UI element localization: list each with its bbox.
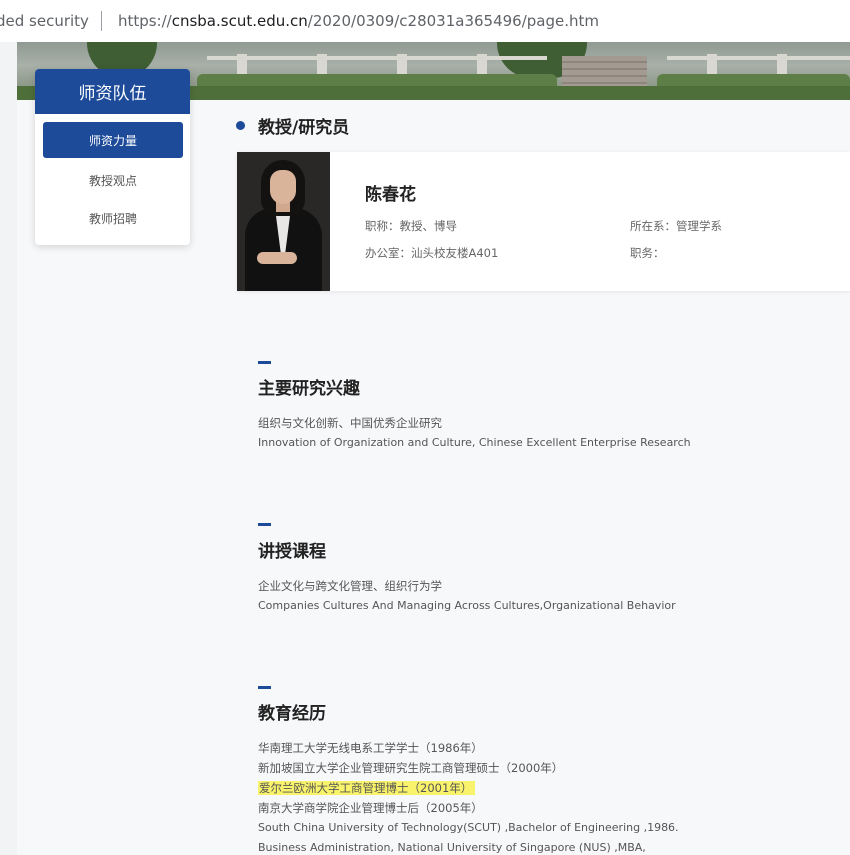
education-item-highlighted: 爱尔兰欧洲大学工商管理博士（2001年） [258, 780, 476, 796]
profile-department-field: 所在系：管理学系 [630, 219, 722, 233]
profile-position-field: 职务： [630, 246, 665, 260]
education-item: South China University of Technology(SCU… [258, 821, 679, 834]
profile-name: 陈春花 [365, 185, 416, 205]
education-heading: 教育经历 [258, 704, 326, 724]
section-accent-bar [258, 361, 271, 364]
education-item: 南京大学商学院企业管理博士后（2005年） [258, 801, 483, 815]
banner-steps [562, 56, 647, 86]
photo-hands [257, 252, 297, 264]
address-divider [100, 11, 102, 31]
side-nav-title: 师资队伍 [35, 69, 190, 114]
address-bar[interactable]: ded security https://cnsba.scut.edu.cn/2… [0, 0, 850, 42]
research-text-cn: 组织与文化创新、中国优秀企业研究 [258, 416, 442, 430]
photo-face [270, 170, 296, 204]
banner-hedge [657, 74, 850, 86]
banner-hedge [197, 74, 557, 86]
courses-heading: 讲授课程 [258, 542, 326, 562]
education-item: 新加坡国立大学企业管理研究生院工商管理硕士（2000年） [258, 761, 564, 775]
side-nav-item-faculty[interactable]: 师资力量 [43, 122, 183, 158]
url-text[interactable]: https://cnsba.scut.edu.cn/2020/0309/c280… [118, 12, 599, 30]
security-indicator[interactable]: ded security [0, 12, 89, 30]
profile-card: 陈春花 职称：教授、博导 所在系：管理学系 办公室：汕头校友楼A401 职务： [237, 152, 850, 291]
text-highlight: 爱尔兰欧洲大学工商管理博士（2001年） [258, 781, 476, 795]
banner-railing [207, 56, 547, 60]
profile-photo [237, 152, 330, 291]
research-heading: 主要研究兴趣 [258, 379, 360, 399]
side-nav-item-recruitment[interactable]: 教师招聘 [43, 200, 183, 236]
url-prefix: https:// [117, 12, 172, 30]
bullet-icon [236, 121, 245, 130]
education-item: 华南理工大学无线电系工学学士（1986年） [258, 741, 483, 755]
section-accent-bar [258, 523, 271, 526]
url-host: cnsba.scut.edu.cn [171, 12, 308, 30]
url-path: /2020/0309/c28031a365496/page.htm [307, 12, 599, 30]
courses-text-en: Companies Cultures And Managing Across C… [258, 599, 676, 612]
side-nav: 师资队伍 师资力量 教授观点 教师招聘 [35, 69, 190, 245]
section-title: 教授/研究员 [258, 118, 350, 138]
section-header: 教授/研究员 [236, 113, 349, 138]
page-gutter [0, 42, 17, 855]
banner-railing [667, 56, 850, 60]
education-item: Business Administration, National Univer… [258, 841, 646, 854]
side-nav-item-viewpoints[interactable]: 教授观点 [43, 162, 183, 198]
section-accent-bar [258, 686, 271, 689]
courses-text-cn: 企业文化与跨文化管理、组织行为学 [258, 579, 442, 593]
profile-office-field: 办公室：汕头校友楼A401 [365, 246, 499, 260]
research-text-en: Innovation of Organization and Culture, … [258, 436, 691, 449]
profile-title-field: 职称：教授、博导 [365, 219, 457, 233]
